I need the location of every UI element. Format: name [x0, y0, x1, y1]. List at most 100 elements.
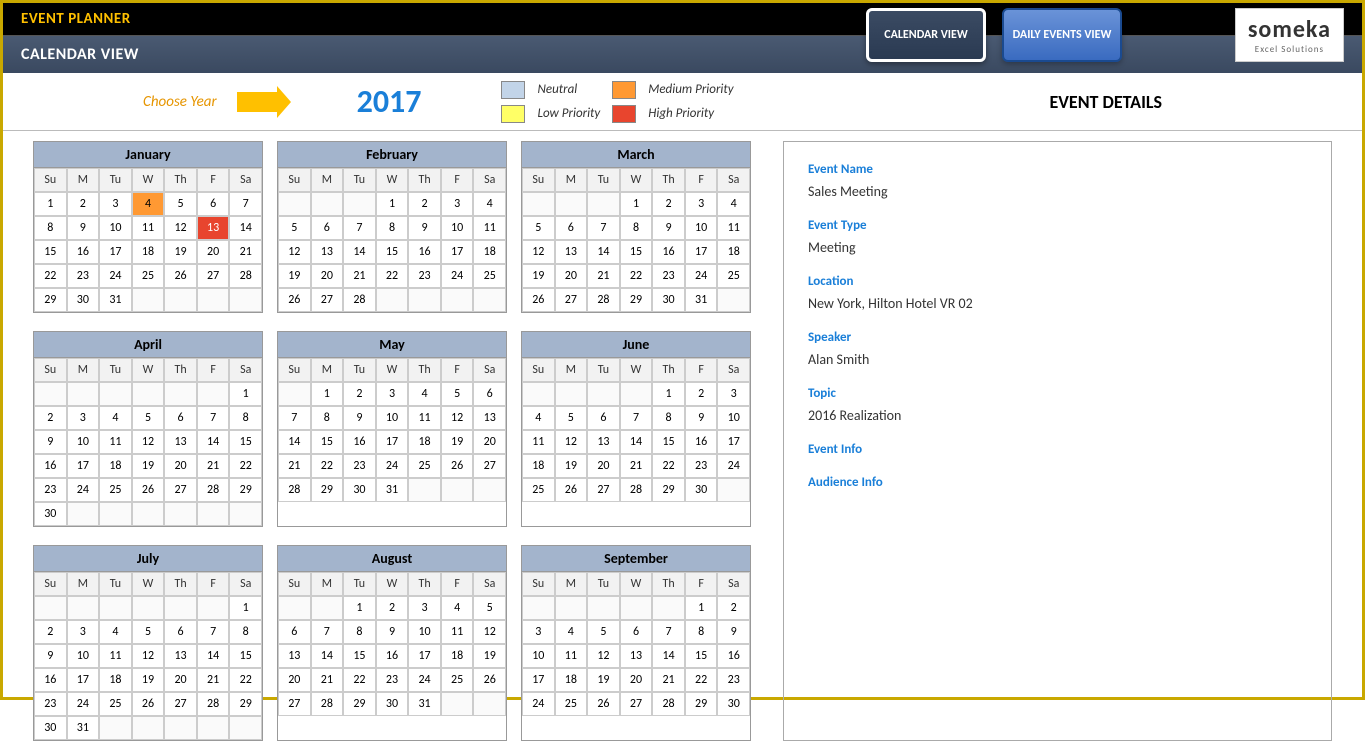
day-cell[interactable]: 25 — [522, 478, 555, 502]
day-cell[interactable]: 15 — [685, 644, 718, 668]
day-cell[interactable]: 20 — [164, 668, 197, 692]
day-cell[interactable]: 19 — [132, 668, 165, 692]
day-cell[interactable]: 20 — [278, 668, 311, 692]
day-cell[interactable]: 21 — [620, 454, 653, 478]
day-cell[interactable]: 2 — [652, 192, 685, 216]
day-cell[interactable]: 24 — [67, 478, 100, 502]
day-cell[interactable]: 14 — [343, 240, 376, 264]
day-cell[interactable]: 3 — [522, 620, 555, 644]
day-cell[interactable]: 13 — [555, 240, 588, 264]
day-cell[interactable]: 17 — [522, 668, 555, 692]
day-cell[interactable]: 28 — [229, 264, 262, 288]
day-cell[interactable]: 18 — [99, 668, 132, 692]
day-cell[interactable]: 14 — [587, 240, 620, 264]
day-cell[interactable]: 20 — [311, 264, 344, 288]
day-cell[interactable]: 12 — [164, 216, 197, 240]
day-cell[interactable]: 17 — [441, 240, 474, 264]
day-cell[interactable]: 28 — [278, 478, 311, 502]
day-cell[interactable]: 29 — [652, 478, 685, 502]
day-cell[interactable]: 30 — [376, 692, 409, 716]
day-cell[interactable]: 21 — [311, 668, 344, 692]
day-cell[interactable]: 21 — [278, 454, 311, 478]
day-cell[interactable]: 20 — [620, 668, 653, 692]
day-cell[interactable]: 9 — [67, 216, 100, 240]
day-cell[interactable]: 4 — [473, 192, 506, 216]
day-cell[interactable]: 29 — [620, 288, 653, 312]
day-cell[interactable]: 8 — [343, 620, 376, 644]
day-cell[interactable]: 11 — [408, 406, 441, 430]
day-cell[interactable]: 2 — [685, 382, 718, 406]
daily-events-view-button[interactable]: DAILY EVENTS VIEW — [1002, 8, 1122, 62]
day-cell[interactable]: 2 — [717, 596, 750, 620]
day-cell[interactable]: 22 — [229, 454, 262, 478]
day-cell[interactable]: 4 — [717, 192, 750, 216]
day-cell[interactable]: 24 — [685, 264, 718, 288]
day-cell[interactable]: 14 — [311, 644, 344, 668]
day-cell[interactable]: 26 — [587, 692, 620, 716]
day-cell[interactable]: 22 — [685, 668, 718, 692]
day-cell[interactable]: 26 — [555, 478, 588, 502]
day-cell[interactable]: 27 — [620, 692, 653, 716]
day-cell[interactable]: 27 — [555, 288, 588, 312]
day-cell[interactable]: 11 — [441, 620, 474, 644]
day-cell[interactable]: 25 — [555, 692, 588, 716]
day-cell[interactable]: 19 — [473, 644, 506, 668]
day-cell[interactable]: 29 — [685, 692, 718, 716]
day-cell[interactable]: 15 — [652, 430, 685, 454]
day-cell[interactable]: 1 — [620, 192, 653, 216]
day-cell[interactable]: 28 — [311, 692, 344, 716]
day-cell[interactable]: 16 — [343, 430, 376, 454]
day-cell[interactable]: 9 — [717, 620, 750, 644]
day-cell[interactable]: 24 — [441, 264, 474, 288]
day-cell[interactable]: 4 — [132, 192, 165, 216]
day-cell[interactable]: 16 — [408, 240, 441, 264]
day-cell[interactable]: 24 — [522, 692, 555, 716]
day-cell[interactable]: 5 — [441, 382, 474, 406]
day-cell[interactable]: 6 — [197, 192, 230, 216]
day-cell[interactable]: 31 — [376, 478, 409, 502]
day-cell[interactable]: 2 — [376, 596, 409, 620]
day-cell[interactable]: 6 — [311, 216, 344, 240]
day-cell[interactable]: 8 — [376, 216, 409, 240]
day-cell[interactable]: 7 — [197, 406, 230, 430]
day-cell[interactable]: 2 — [408, 192, 441, 216]
day-cell[interactable]: 17 — [99, 240, 132, 264]
day-cell[interactable]: 13 — [473, 406, 506, 430]
day-cell[interactable]: 30 — [685, 478, 718, 502]
day-cell[interactable]: 12 — [132, 644, 165, 668]
day-cell[interactable]: 15 — [376, 240, 409, 264]
day-cell[interactable]: 5 — [522, 216, 555, 240]
day-cell[interactable]: 26 — [278, 288, 311, 312]
day-cell[interactable]: 1 — [229, 382, 262, 406]
day-cell[interactable]: 21 — [652, 668, 685, 692]
day-cell[interactable]: 22 — [343, 668, 376, 692]
day-cell[interactable]: 14 — [652, 644, 685, 668]
day-cell[interactable]: 8 — [652, 406, 685, 430]
day-cell[interactable]: 6 — [620, 620, 653, 644]
day-cell[interactable]: 6 — [278, 620, 311, 644]
day-cell[interactable]: 3 — [67, 620, 100, 644]
day-cell[interactable]: 26 — [164, 264, 197, 288]
day-cell[interactable]: 4 — [99, 406, 132, 430]
day-cell[interactable]: 23 — [34, 478, 67, 502]
day-cell[interactable]: 20 — [555, 264, 588, 288]
day-cell[interactable]: 25 — [99, 692, 132, 716]
day-cell[interactable]: 18 — [441, 644, 474, 668]
day-cell[interactable]: 5 — [132, 620, 165, 644]
day-cell[interactable]: 28 — [652, 692, 685, 716]
day-cell[interactable]: 7 — [620, 406, 653, 430]
day-cell[interactable]: 5 — [587, 620, 620, 644]
day-cell[interactable]: 27 — [473, 454, 506, 478]
day-cell[interactable]: 25 — [132, 264, 165, 288]
day-cell[interactable]: 23 — [652, 264, 685, 288]
day-cell[interactable]: 22 — [34, 264, 67, 288]
day-cell[interactable]: 26 — [132, 478, 165, 502]
day-cell[interactable]: 17 — [67, 454, 100, 478]
day-cell[interactable]: 11 — [99, 430, 132, 454]
day-cell[interactable]: 11 — [522, 430, 555, 454]
day-cell[interactable]: 26 — [132, 692, 165, 716]
day-cell[interactable]: 15 — [620, 240, 653, 264]
day-cell[interactable]: 22 — [652, 454, 685, 478]
day-cell[interactable]: 3 — [685, 192, 718, 216]
day-cell[interactable]: 17 — [67, 668, 100, 692]
